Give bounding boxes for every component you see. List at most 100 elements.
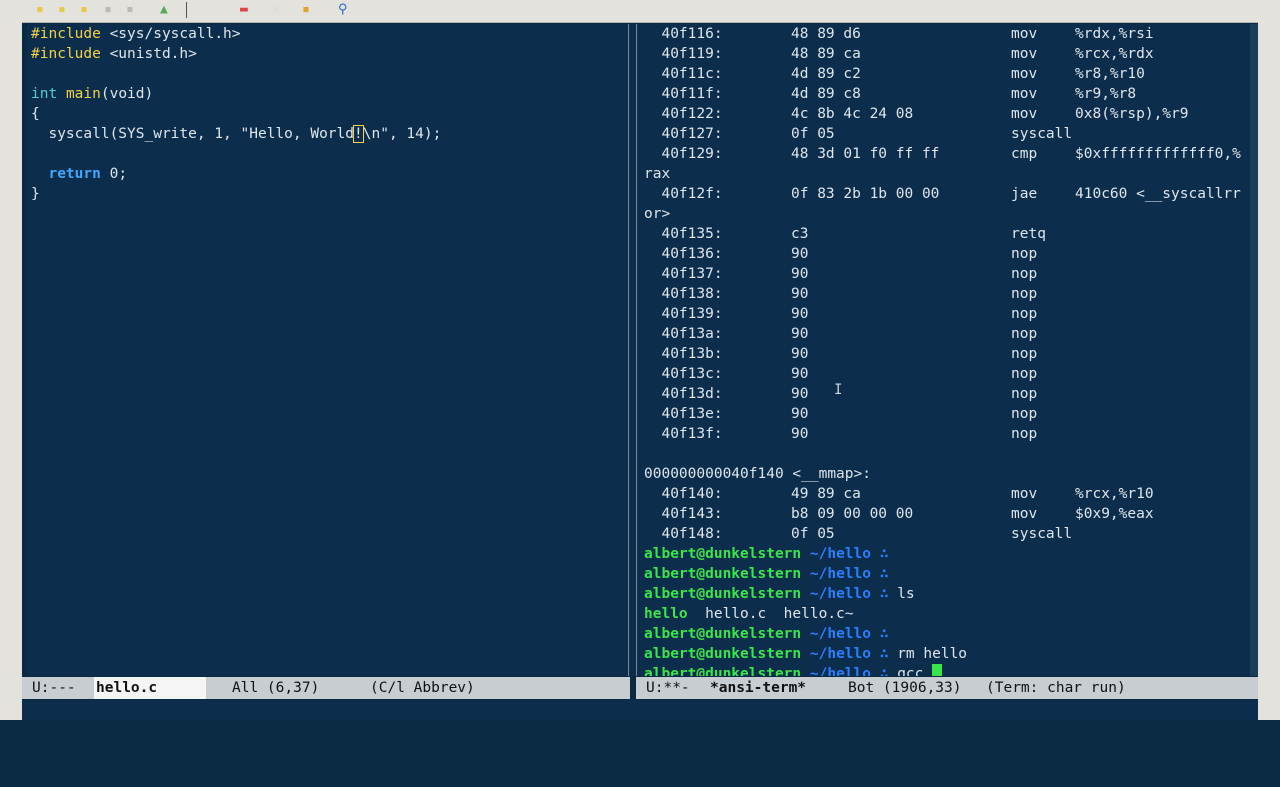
shell-prompt-line: albert@dunkelstern ~/hello ∴ [644, 564, 897, 584]
prompt-user: albert@dunkelstern [644, 666, 802, 676]
prompt-symbol: ∴ [879, 666, 889, 676]
disasm-address: 40f140: [644, 486, 723, 502]
open-dir-icon[interactable]: ▪ [80, 2, 88, 18]
disasm-opcode: mov [1011, 486, 1038, 502]
toolbar: ▪ ▪ ▪ ▪ ▪ ▲ ▬ ▪ ▪ ⚲ [0, 0, 1280, 23]
terminal-pane[interactable]: 40f116: 48 89 d6 mov %rdx,%rsi 40f119: 48 89… [640, 24, 1250, 676]
disasm-opcode: nop [1011, 286, 1038, 302]
buffer-position: All (6,37) [232, 680, 320, 696]
preprocessor-directive: #include [31, 46, 101, 62]
prompt-path: ~/hello [809, 546, 871, 562]
frame-right-edge [1258, 22, 1280, 720]
disasm-opcode: nop [1011, 426, 1038, 442]
disasm-bytes: 90 [791, 326, 809, 342]
disasm-bytes: 90 [791, 266, 809, 282]
prompt-user: albert@dunkelstern [644, 566, 802, 582]
disasm-opcode: mov [1011, 86, 1038, 102]
open-file-icon[interactable]: ▪ [58, 2, 66, 18]
disasm-address: 40f143: [644, 506, 723, 522]
shell-prompt-line: albert@dunkelstern ~/hello ∴ rm hello [644, 644, 967, 664]
disasm-opcode: nop [1011, 246, 1038, 262]
preprocessor-directive: #include [31, 26, 101, 42]
disasm-address: 40f11f: [644, 86, 723, 102]
new-file-icon[interactable]: ▪ [36, 2, 44, 18]
disasm-address: 40f116: [644, 26, 723, 42]
disasm-bytes: 90 [791, 346, 809, 362]
disasm-bytes: 90 [791, 386, 809, 402]
disasm-address: 40f11c: [644, 66, 723, 82]
disasm-address: 40f137: [644, 266, 723, 282]
disasm-bytes: 90 [791, 406, 809, 422]
major-mode[interactable]: (Term: char run) [986, 677, 1126, 699]
prompt-symbol: ∴ [879, 546, 889, 562]
prompt-symbol: ∴ [879, 646, 889, 662]
text-cursor: ! [353, 125, 364, 143]
buffer-name[interactable]: hello.c [94, 677, 206, 699]
buffer-status: U:--- [32, 680, 76, 696]
disasm-opcode: syscall [1011, 126, 1073, 142]
paste-icon[interactable]: ▪ [302, 2, 310, 18]
disasm-bytes: 0f 05 [791, 526, 835, 542]
code-line: return 0; [31, 164, 127, 184]
disasm-address: 40f129: [644, 146, 723, 162]
disasm-opcode: syscall [1011, 526, 1073, 542]
prompt-symbol: ∴ [879, 626, 889, 642]
undo-icon[interactable]: ▲ [160, 2, 168, 18]
disasm-operands: 410c60 <__syscallrr [1075, 186, 1241, 202]
prompt-path: ~/hello [809, 646, 871, 662]
prompt-path: ~/hello [809, 566, 871, 582]
source-files: hello.c hello.c~ [687, 606, 854, 622]
include-path: <unistd.h> [100, 46, 197, 62]
disasm-address: 40f13b: [644, 346, 723, 362]
prompt-path: ~/hello [809, 626, 871, 642]
disasm-bytes: 90 [791, 286, 809, 302]
code-line: } [31, 184, 40, 204]
disasm-operands: %r8,%r10 [1075, 66, 1145, 82]
disasm-bytes: 0f 05 [791, 126, 835, 142]
code-line: syscall(SYS_write, 1, "Hello, World!\n",… [31, 124, 441, 144]
major-mode[interactable]: (C/l Abbrev) [370, 677, 475, 699]
modeline-right: U:**- *ansi-term* Bot (1906,33) (Term: c… [636, 677, 1258, 699]
code-line: int main(void) [31, 84, 153, 104]
code-line: { [31, 104, 40, 124]
buffer-name[interactable]: *ansi-term* [710, 677, 806, 699]
disasm-opcode: nop [1011, 406, 1038, 422]
disasm-opcode: jae [1011, 186, 1038, 202]
disasm-line: rax [644, 164, 670, 184]
close-icon[interactable]: ▪ [104, 2, 112, 18]
prompt-user: albert@dunkelstern [644, 546, 802, 562]
function-args: (void) [100, 86, 154, 102]
cut-icon[interactable]: ▬ [240, 2, 248, 18]
disasm-bytes: 4d 89 c8 [791, 86, 861, 102]
copy-icon[interactable]: ▪ [272, 2, 280, 18]
window-divider[interactable] [626, 24, 640, 676]
minibuffer[interactable] [22, 700, 1258, 720]
terminal-scrollbar[interactable] [1250, 24, 1258, 676]
search-icon[interactable]: ⚲ [338, 2, 348, 18]
disasm-opcode: mov [1011, 66, 1038, 82]
disasm-operands: %rcx,%r10 [1075, 486, 1154, 502]
disasm-address: 40f135: [644, 226, 723, 242]
function-name: main [65, 86, 101, 102]
disasm-opcode: nop [1011, 266, 1038, 282]
terminal-cursor [932, 664, 943, 676]
shell-prompt-line: albert@dunkelstern ~/hello ∴ [644, 544, 897, 564]
mouse-ibeam-icon: I [834, 382, 843, 398]
disasm-wrap-text: or> [644, 206, 671, 222]
disasm-operands: %rdx,%rsi [1075, 26, 1154, 42]
editor-pane[interactable]: #include <sys/syscall.h> #include <unist… [27, 24, 626, 676]
prompt-user: albert@dunkelstern [644, 646, 802, 662]
disasm-operands: $0xfffffffffffff0,% [1075, 146, 1241, 162]
disasm-bytes: 4d 89 c2 [791, 66, 861, 82]
disasm-address: 40f13e: [644, 406, 723, 422]
include-path: <sys/syscall.h> [100, 26, 241, 42]
prompt-path: ~/hello [809, 666, 871, 676]
save-icon[interactable]: ▪ [126, 2, 134, 18]
disasm-address: 40f127: [644, 126, 723, 142]
executable-file: hello [644, 606, 688, 622]
disasm-wrap-text: rax [644, 166, 671, 182]
disasm-address: 40f139: [644, 306, 723, 322]
prompt-user: albert@dunkelstern [644, 586, 802, 602]
return-keyword: return [48, 166, 101, 182]
shell-command: ls [897, 586, 915, 602]
